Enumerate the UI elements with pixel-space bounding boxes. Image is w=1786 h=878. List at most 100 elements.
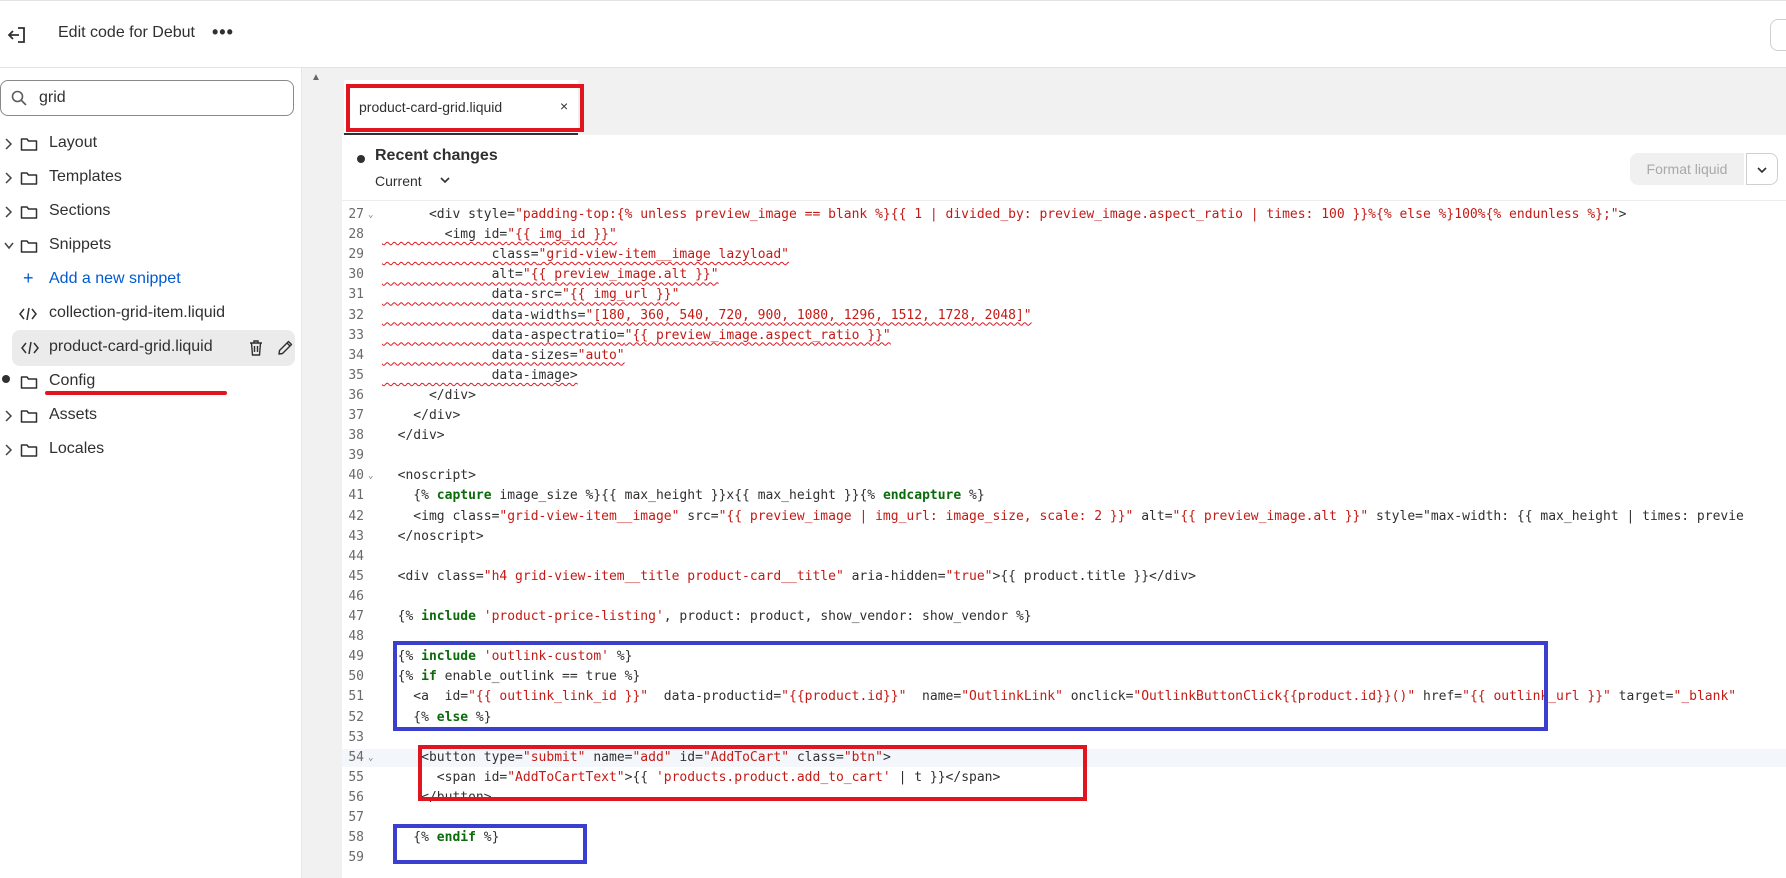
folder-layout[interactable]: Layout xyxy=(0,126,296,162)
folder-templates[interactable]: Templates xyxy=(0,160,296,196)
chevron-down-icon[interactable] xyxy=(439,174,451,186)
version-select[interactable]: Current xyxy=(375,173,422,189)
annotation-box-red xyxy=(418,745,1087,801)
folder-label: Layout xyxy=(49,134,98,151)
line-number: 51 xyxy=(348,689,364,705)
file-label: product-card-grid.liquid xyxy=(49,338,213,355)
fold-toggle-icon[interactable]: ⌄ xyxy=(368,210,373,220)
line-number: 40 xyxy=(348,468,364,484)
code-text: <img class="grid-view-item__image" src="… xyxy=(382,508,1744,524)
plus-icon: + xyxy=(23,268,34,288)
code-text: <div style="padding-top:{% unless previe… xyxy=(382,207,1627,222)
exit-icon[interactable] xyxy=(6,25,28,45)
code-line[interactable]: 37 </div> xyxy=(342,407,1786,425)
line-number: 34 xyxy=(348,347,364,363)
code-line[interactable]: 38 </div> xyxy=(342,427,1786,445)
code-line[interactable]: 42 <img class="grid-view-item__image" sr… xyxy=(342,508,1786,526)
code-file-icon xyxy=(19,307,37,321)
format-liquid-button[interactable]: Format liquid xyxy=(1630,153,1744,185)
fold-toggle-icon[interactable]: ⌄ xyxy=(368,753,373,763)
line-number: 28 xyxy=(348,227,364,243)
line-number: 31 xyxy=(348,287,364,303)
code-line[interactable]: 32 data-widths="[180, 360, 540, 720, 900… xyxy=(342,307,1786,325)
code-text: data-src="{{ img_url }}" xyxy=(382,287,680,303)
folder-icon xyxy=(20,240,38,253)
line-number: 36 xyxy=(348,387,364,403)
header-action-button[interactable] xyxy=(1770,19,1786,51)
code-line[interactable]: 43 </noscript> xyxy=(342,528,1786,546)
collapse-arrow-icon: ▲ xyxy=(311,72,321,83)
code-line[interactable]: 41 {% capture image_size %}{{ max_height… xyxy=(342,487,1786,505)
line-number: 42 xyxy=(348,508,364,524)
file-product-card-grid[interactable]: product-card-grid.liquid xyxy=(12,330,295,366)
pencil-icon[interactable] xyxy=(276,339,294,357)
code-line[interactable]: 35 data-image> xyxy=(342,367,1786,385)
code-line[interactable]: 29 class="grid-view-item__image lazyload… xyxy=(342,246,1786,264)
chevron-right-icon xyxy=(5,138,13,150)
code-line[interactable]: 46 xyxy=(342,588,1786,606)
line-number: 41 xyxy=(348,488,364,504)
code-line[interactable]: 53 xyxy=(342,729,1786,747)
annotation-box-blue xyxy=(393,641,1548,731)
more-actions-button[interactable]: ••• xyxy=(212,22,234,43)
fold-toggle-icon[interactable]: ⌄ xyxy=(368,471,373,481)
folder-snippets[interactable]: Snippets xyxy=(0,228,296,264)
recent-changes-heading: Recent changes xyxy=(375,147,498,164)
code-text: data-widths="[180, 360, 540, 720, 900, 1… xyxy=(382,307,1032,323)
code-line[interactable]: 33 data-aspectratio="{{ preview_image.as… xyxy=(342,327,1786,345)
line-number: 45 xyxy=(348,568,364,584)
code-text: data-aspectratio="{{ preview_image.aspec… xyxy=(382,327,891,343)
folder-assets[interactable]: Assets xyxy=(0,398,296,434)
line-number: 43 xyxy=(348,528,364,544)
line-number: 35 xyxy=(348,367,364,383)
folder-icon xyxy=(20,138,38,151)
annotation-box-blue xyxy=(393,824,587,864)
line-number: 52 xyxy=(348,709,364,725)
line-number: 46 xyxy=(348,588,364,604)
code-line[interactable]: 36 </div> xyxy=(342,387,1786,405)
code-line[interactable]: 44 xyxy=(342,548,1786,566)
folder-icon xyxy=(20,410,38,423)
code-line[interactable]: 34 data-sizes="auto" xyxy=(342,347,1786,365)
line-number: 39 xyxy=(348,448,364,464)
folder-icon xyxy=(20,206,38,219)
code-line[interactable]: 27 ⌄ <div style="padding-top:{% unless pr… xyxy=(342,206,1786,224)
add-snippet-link[interactable]: + Add a new snippet xyxy=(0,262,296,298)
code-line[interactable]: 40 ⌄ <noscript> xyxy=(342,467,1786,485)
line-number: 29 xyxy=(348,247,364,263)
code-line[interactable]: 30 alt="{{ preview_image.alt }}" xyxy=(342,266,1786,284)
code-line[interactable]: 45 <div class="h4 grid-view-item__title … xyxy=(342,568,1786,586)
chevron-right-icon xyxy=(5,172,13,184)
code-text: <img id="{{ img_id }}" xyxy=(382,227,617,243)
line-number: 56 xyxy=(348,789,364,805)
code-text: data-image> xyxy=(382,367,578,383)
line-number: 47 xyxy=(348,609,364,624)
line-number: 58 xyxy=(348,830,364,846)
annotation-box-red xyxy=(346,84,584,132)
folder-label: Sections xyxy=(49,202,111,219)
format-options-button[interactable] xyxy=(1746,153,1778,185)
code-file-icon xyxy=(21,341,39,355)
line-number: 44 xyxy=(348,548,364,564)
code-text: <noscript> xyxy=(382,468,476,484)
code-line[interactable]: 39 xyxy=(342,447,1786,465)
sidebar-resize-handle[interactable]: ▲ xyxy=(302,68,342,878)
code-text: </div> xyxy=(382,408,461,423)
search-input[interactable] xyxy=(39,87,279,109)
code-text: <div class="h4 grid-view-item__title pro… xyxy=(382,568,1196,584)
folder-label: Templates xyxy=(49,168,122,185)
code-line[interactable]: 28 <img id="{{ img_id }}" xyxy=(342,226,1786,244)
line-number: 30 xyxy=(348,267,364,283)
folder-label: Assets xyxy=(49,406,98,423)
folder-locales[interactable]: Locales xyxy=(0,432,296,468)
file-collection-grid-item[interactable]: collection-grid-item.liquid xyxy=(0,296,296,332)
code-line[interactable]: 47 {% include 'product-price-listing', p… xyxy=(342,608,1786,626)
recent-changes-bar: Recent changes Current xyxy=(342,135,1786,201)
file-sidebar: Layout Templates Sections Snippets + Add… xyxy=(0,68,302,878)
code-line[interactable]: 31 data-src="{{ img_url }}" xyxy=(342,286,1786,304)
line-number: 33 xyxy=(348,327,364,343)
trash-icon[interactable] xyxy=(248,339,264,357)
folder-sections[interactable]: Sections xyxy=(0,194,296,230)
line-number: 38 xyxy=(348,428,364,444)
folder-icon xyxy=(20,172,38,185)
